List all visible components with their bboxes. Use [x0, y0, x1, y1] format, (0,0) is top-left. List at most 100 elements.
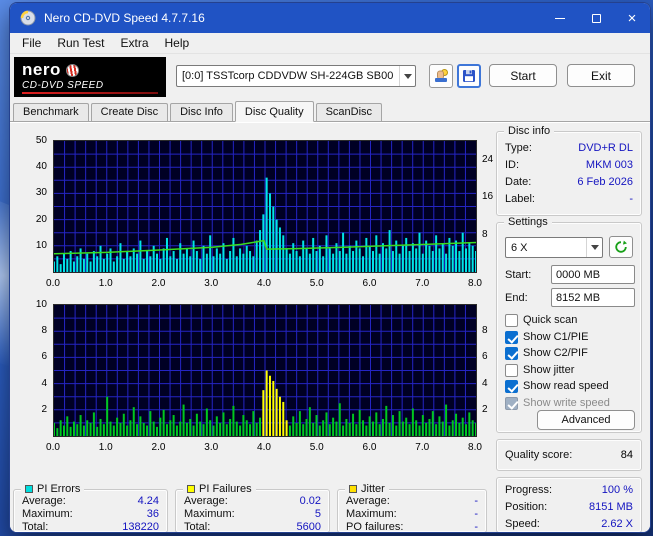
- pi-errors-x-axis: 0.0 1.0 2.0 3.0 4.0 5.0 6.0 7.0 8.0: [46, 278, 482, 289]
- menu-extra[interactable]: Extra: [112, 34, 156, 52]
- pif-average-value: 0.02: [299, 495, 321, 507]
- pif-total-value: 5600: [296, 521, 321, 533]
- speed-select[interactable]: 6 X: [505, 237, 603, 258]
- minimize-icon: [555, 17, 565, 19]
- chevron-down-icon[interactable]: [586, 238, 602, 257]
- menubar: File Run Test Extra Help: [10, 33, 650, 54]
- close-icon: ×: [627, 9, 637, 27]
- jitter-maximum-label: Maximum:: [346, 508, 397, 520]
- exit-button[interactable]: Exit: [567, 64, 635, 87]
- pi-errors-left-axis: 50 40 30 20 10: [35, 135, 47, 251]
- nero-logo-underline: [22, 92, 158, 94]
- pie-total-value: 138220: [122, 521, 159, 533]
- tab-disc-info[interactable]: Disc Info: [170, 103, 233, 121]
- disc-label-value: -: [629, 193, 633, 205]
- advanced-button[interactable]: Advanced: [537, 410, 635, 430]
- checkbox-show-c2-pif[interactable]: Show C2/PIF: [505, 346, 588, 360]
- minimize-button[interactable]: [542, 3, 578, 33]
- drive-select[interactable]: [0:0] TSSTcorp CDDVDW SH-224GB SB00: [176, 65, 416, 87]
- checkbox-show-c1-pie[interactable]: Show C1/PIE: [505, 330, 588, 344]
- pif-average-label: Average:: [184, 495, 228, 507]
- refresh-button[interactable]: [609, 236, 633, 258]
- quality-score-panel: Quality score: 84: [496, 439, 642, 471]
- jitter-stats-panel: Jitter Average: - Maximum: - PO failures: -: [337, 483, 487, 533]
- speed-select-value: 6 X: [511, 241, 528, 254]
- progress-value: 100 %: [601, 484, 633, 496]
- pie-average-label: Average:: [22, 495, 66, 507]
- eject-disc-button[interactable]: [429, 64, 453, 88]
- scan-end-label: End:: [505, 292, 528, 304]
- jitter-swatch: [349, 485, 357, 493]
- disc-date-value: 6 Feb 2026: [577, 176, 633, 188]
- tab-benchmark[interactable]: Benchmark: [13, 103, 89, 121]
- speed-value: 2.62 X: [601, 518, 633, 530]
- jitter-average-value: -: [474, 495, 478, 507]
- show-jitter-checkbox[interactable]: [505, 363, 518, 377]
- checkbox-quick-scan[interactable]: Quick scan: [505, 313, 577, 327]
- tab-create-disc[interactable]: Create Disc: [90, 103, 169, 121]
- menu-run-test[interactable]: Run Test: [49, 34, 112, 52]
- floppy-save-icon: [463, 70, 475, 82]
- app-window: Nero CD-DVD Speed 4.7.7.16 × File Run Te…: [9, 2, 651, 533]
- disc-info-title: Disc info: [508, 125, 551, 137]
- checkbox-show-read-speed[interactable]: Show read speed: [505, 379, 609, 393]
- pie-average-value: 4.24: [137, 495, 159, 507]
- jitter-maximum-value: -: [474, 508, 478, 520]
- nero-logo-text: nero: [22, 60, 61, 79]
- pi-failures-swatch: [187, 485, 195, 493]
- po-failures-label: PO failures:: [346, 521, 404, 533]
- save-results-button[interactable]: [457, 64, 481, 88]
- pi-failures-x-axis: 0.0 1.0 2.0 3.0 4.0 5.0 6.0 7.0 8.0: [46, 442, 482, 453]
- show-c1-pie-checkbox[interactable]: [505, 330, 518, 344]
- maximize-button[interactable]: [578, 3, 614, 33]
- disc-date-label: Date:: [505, 176, 532, 188]
- pi-errors-chart: 50 40 30 20 10 24 16 8 0.0 1.0 2.0 3.0 4.0 5.0 6.0 7.…: [10, 135, 502, 292]
- jitter-stats-title: Jitter: [361, 483, 385, 495]
- pi-errors-plot: [53, 140, 477, 273]
- tab-scandisc[interactable]: ScanDisc: [315, 103, 383, 121]
- show-read-speed-checkbox[interactable]: [505, 379, 518, 393]
- pi-failures-stats-title: PI Failures: [199, 483, 252, 495]
- scan-end-input[interactable]: 8152 MB: [551, 288, 635, 307]
- tab-disc-quality[interactable]: Disc Quality: [234, 101, 314, 122]
- pif-maximum-value: 5: [314, 508, 321, 520]
- checkbox-show-jitter[interactable]: Show jitter: [505, 363, 574, 377]
- pi-failures-plot: [53, 304, 477, 437]
- scan-start-input[interactable]: 0000 MB: [551, 265, 635, 284]
- position-label: Position:: [505, 501, 548, 513]
- pif-total-label: Total:: [184, 521, 211, 533]
- titlebar: Nero CD-DVD Speed 4.7.7.16 ×: [10, 3, 650, 33]
- chevron-down-icon[interactable]: [399, 66, 415, 86]
- quality-score-label: Quality score:: [505, 449, 573, 461]
- disc-id-label: ID:: [505, 159, 520, 171]
- nero-logo-subtext: CD-DVD SPEED: [22, 80, 104, 91]
- tab-bar: Benchmark Create Disc Disc Info Disc Qua…: [10, 100, 650, 122]
- pi-failures-left-axis: 10 8 6 4 2: [35, 299, 47, 415]
- drive-select-value: [0:0] TSSTcorp CDDVDW SH-224GB SB00: [182, 70, 394, 82]
- speed-label: Speed:: [505, 518, 540, 530]
- show-write-speed-checkbox: [505, 396, 518, 410]
- pi-failures-stats-panel: PI Failures Average: 0.02 Maximum: 5 Total…: [175, 483, 330, 533]
- pie-maximum-label: Maximum:: [22, 508, 73, 520]
- disc-info-panel: Disc info Type: DVD+R DL ID: MKM 003 Date:…: [496, 125, 642, 216]
- quality-score-value: 84: [620, 449, 633, 461]
- disc-type-value: DVD+R DL: [578, 142, 633, 154]
- progress-label: Progress:: [505, 484, 553, 496]
- settings-panel: Settings 6 X Start: 0000 MB End: 8152 MB…: [496, 216, 642, 433]
- hand-disc-icon: [435, 69, 448, 82]
- quick-scan-checkbox[interactable]: [505, 313, 518, 327]
- position-value: 8151 MB: [588, 501, 633, 513]
- po-failures-value: -: [474, 521, 478, 533]
- pi-errors-swatch: [25, 485, 33, 493]
- menu-help[interactable]: Help: [157, 34, 198, 52]
- nero-ball-icon: [65, 63, 79, 77]
- show-c2-pif-checkbox[interactable]: [505, 346, 518, 360]
- checkbox-show-write-speed: Show write speed: [505, 396, 610, 410]
- close-button[interactable]: ×: [614, 3, 650, 33]
- disc-type-label: Type:: [505, 142, 532, 154]
- start-button[interactable]: Start: [489, 64, 557, 87]
- progress-panel: Progress: 100 % Position: 8151 MB Speed: 2.…: [496, 477, 642, 532]
- menu-file[interactable]: File: [14, 34, 49, 52]
- window-title: Nero CD-DVD Speed 4.7.7.16: [44, 11, 205, 25]
- nero-logo: nero CD-DVD SPEED: [14, 57, 166, 97]
